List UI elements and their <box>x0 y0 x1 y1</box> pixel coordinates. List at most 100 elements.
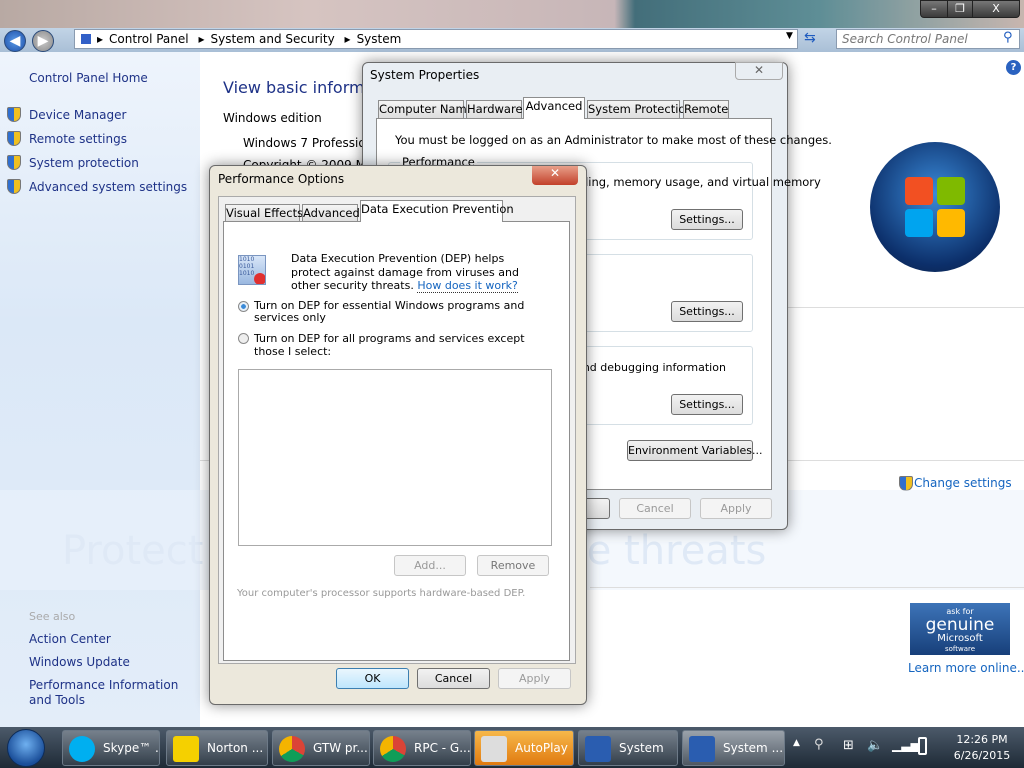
breadcrumb-control-panel[interactable]: Control Panel <box>109 32 189 46</box>
clock-time: 12:26 PM <box>956 733 1008 746</box>
forward-button[interactable]: ▶ <box>32 30 54 52</box>
startup-recovery-settings-button[interactable]: Settings... <box>671 394 743 415</box>
restore-button[interactable]: ❐ <box>947 0 973 18</box>
system-clock[interactable]: 12:26 PM 6/26/2015 <box>944 732 1020 764</box>
genuine-line: Microsoft <box>937 633 983 644</box>
breadcrumb-system-security[interactable]: System and Security <box>210 32 334 46</box>
change-settings-link[interactable]: Change settings <box>914 476 1012 490</box>
chevron-right-icon: ▸ <box>198 32 205 46</box>
refresh-icon[interactable]: ⇆ <box>804 30 816 46</box>
minimize-button[interactable]: – <box>920 0 948 18</box>
address-bar[interactable]: ▸ Control Panel ▸ System and Security ▸ Sys… <box>74 29 798 49</box>
sidebar-item-remote-settings[interactable]: Remote settings <box>29 132 127 146</box>
usb-icon[interactable]: ⚲ <box>814 737 824 752</box>
chrome-icon <box>380 736 406 762</box>
taskbar-item-norton[interactable]: Norton ... <box>166 730 268 766</box>
shield-icon <box>7 131 21 146</box>
chrome-icon <box>279 736 305 762</box>
tab-data-execution-prevention[interactable]: Data Execution Prevention <box>360 200 514 222</box>
help-icon[interactable]: ? <box>1006 60 1021 75</box>
genuine-microsoft-badge[interactable]: ask for genuine Microsoft software <box>910 603 1010 655</box>
start-button[interactable] <box>7 729 45 767</box>
see-also-performance-info[interactable]: Performance Information and Tools <box>29 678 194 708</box>
taskbar-label: RPC - G... <box>414 741 471 755</box>
processor-dep-note: Your computer's processor supports hardw… <box>237 588 526 599</box>
network-signal-icon[interactable]: ▁▃▅ <box>892 738 920 752</box>
windows-logo <box>870 142 1000 272</box>
volume-icon[interactable]: 🔈 <box>867 738 883 753</box>
apply-button[interactable]: Apply <box>498 668 571 689</box>
dep-icon: 1010 0101 1010 <box>238 255 266 285</box>
tab-remote[interactable]: Remote <box>683 100 729 118</box>
see-also-windows-update[interactable]: Windows Update <box>29 655 130 669</box>
taskbar-item-system-2[interactable]: System ... <box>682 730 785 766</box>
dep-essential-label[interactable]: Turn on DEP for essential Windows progra… <box>254 300 544 324</box>
norton-icon <box>173 736 199 762</box>
taskbar-label: System <box>619 741 664 755</box>
dep-exceptions-listbox[interactable] <box>238 369 552 546</box>
taskbar-label: AutoPlay <box>515 741 568 755</box>
tab-advanced[interactable]: Advanced <box>523 97 585 119</box>
shield-icon <box>7 155 21 170</box>
tab-hardware[interactable]: Hardware <box>466 100 523 118</box>
sidebar-item-system-protection[interactable]: System protection <box>29 156 139 170</box>
performance-settings-button[interactable]: Settings... <box>671 209 743 230</box>
taskbar-item-system[interactable]: System <box>578 730 678 766</box>
dep-all-programs-label[interactable]: Turn on DEP for all programs and service… <box>254 332 544 358</box>
search-input[interactable]: Search Control Panel <box>836 29 1020 49</box>
close-button[interactable]: X <box>972 0 1020 18</box>
camera-icon <box>481 736 507 762</box>
tab-visual-effects[interactable]: Visual Effects <box>225 204 303 222</box>
control-panel-home-link[interactable]: Control Panel Home <box>29 71 148 85</box>
window-titlebar <box>0 0 1024 28</box>
performance-options-title: Performance Options <box>218 172 345 186</box>
sidebar-item-advanced-system-settings[interactable]: Advanced system settings <box>29 180 187 194</box>
shield-icon <box>899 476 913 491</box>
system-properties-title: System Properties <box>370 68 480 82</box>
action-center-flag-icon[interactable]: ⊞ <box>843 738 854 753</box>
dep-all-programs-radio[interactable] <box>238 333 249 344</box>
windows-edition-label: Windows edition <box>223 111 322 125</box>
back-button[interactable]: ◀ <box>4 30 26 52</box>
genuine-line: genuine <box>925 615 995 635</box>
divider <box>590 587 1024 588</box>
divider <box>780 307 1024 308</box>
close-icon[interactable]: ✕ <box>735 62 783 80</box>
system-icon <box>585 736 611 762</box>
system-icon <box>689 736 715 762</box>
breadcrumb-system[interactable]: System <box>357 32 402 46</box>
taskbar-label: System ... <box>723 741 784 755</box>
show-hidden-icons-button[interactable]: ▲ <box>793 738 800 748</box>
admin-note: You must be logged on as an Administrato… <box>395 133 832 147</box>
sidebar-item-device-manager[interactable]: Device Manager <box>29 108 126 122</box>
how-does-it-work-link[interactable]: How does it work? <box>417 279 518 293</box>
dropdown-arrow-icon[interactable]: ▼ <box>786 31 793 41</box>
tab-computer-name[interactable]: Computer Name <box>378 100 474 118</box>
see-also-action-center[interactable]: Action Center <box>29 632 111 646</box>
taskbar-item-skype[interactable]: Skype™ ... <box>62 730 160 766</box>
shield-icon <box>7 107 21 122</box>
dep-essential-radio[interactable] <box>238 301 249 312</box>
dep-description: Data Execution Prevention (DEP) helps pr… <box>291 252 536 293</box>
cancel-button[interactable]: Cancel <box>417 668 490 689</box>
system-properties-apply-button[interactable]: Apply <box>700 498 772 519</box>
learn-more-link[interactable]: Learn more online... <box>908 661 1024 675</box>
system-properties-cancel-button[interactable]: Cancel <box>619 498 691 519</box>
taskbar-item-autoplay[interactable]: AutoPlay <box>474 730 574 766</box>
battery-icon[interactable] <box>918 737 927 755</box>
remove-button[interactable]: Remove <box>477 555 549 576</box>
tab-system-protection[interactable]: System Protection <box>587 100 693 118</box>
user-profiles-settings-button[interactable]: Settings... <box>671 301 743 322</box>
ok-button[interactable]: OK <box>336 668 409 689</box>
environment-variables-button[interactable]: Environment Variables... <box>627 440 763 461</box>
taskbar-label: Skype™ ... <box>103 741 159 755</box>
taskbar-item-rpc[interactable]: RPC - G... <box>373 730 471 766</box>
add-button[interactable]: Add... <box>394 555 466 576</box>
tab-advanced[interactable]: Advanced <box>302 204 360 222</box>
close-icon[interactable]: ✕ <box>532 166 578 185</box>
taskbar-label: Norton ... <box>207 741 264 755</box>
search-icon[interactable]: ⚲ <box>1003 30 1013 45</box>
taskbar-item-gtw[interactable]: GTW pr... <box>272 730 370 766</box>
chevron-right-icon: ▸ <box>97 32 104 46</box>
see-also-heading: See also <box>29 610 76 623</box>
